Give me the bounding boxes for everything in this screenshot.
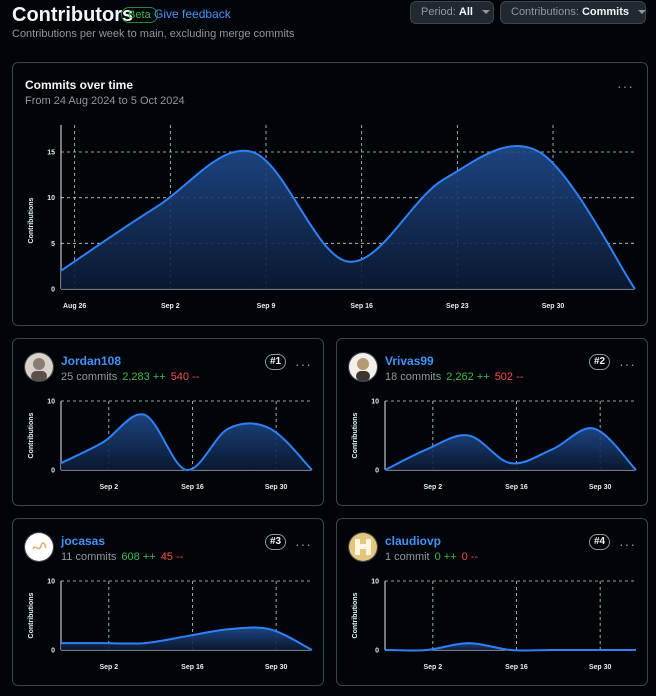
chevron-down-icon [482,10,491,15]
x-tick-label: Sep 23 [446,303,469,310]
commits-chart: 0 5 10 15 Aug 26 Sep 2 Sep 9 Sep 16 Sep 23 Sep 30… [28,125,636,310]
beta-badge: Beta [121,7,158,23]
x-tick-label: Sep 16 [505,484,528,491]
contributor-chart: 0 10 Sep 2 Sep 16 Sep 30 Contributions [352,579,636,671]
area-fill [61,145,635,289]
contributions-value: Commits [581,6,629,18]
contributor-chart: 0 10 Sep 2 Sep 16 Sep 30 Contributions [28,399,313,491]
y-tick-label: 10 [371,399,379,406]
contributor-chart: 0 10 Sep 2 Sep 16 Sep 30 Contributions [352,399,637,491]
x-tick-label: Sep 30 [589,664,612,671]
area-fill [61,414,312,471]
page-subtitle: Contributions per week to main, excludin… [12,28,295,40]
y-tick-label: 10 [47,399,55,406]
x-tick-label: Sep 2 [99,484,118,491]
y-tick-label: 0 [375,648,379,655]
x-tick-label: Sep 30 [265,664,288,671]
y-axis-label: Contributions [352,592,359,638]
contributor-card: Vrivas99 18 commits 2,262 ++ 502 -- #2 ···… [336,338,648,506]
contributor-card: jocasas 11 commits 608 ++ 45 -- #3 ··· 0 10… [12,518,324,686]
period-label: Period: [421,6,456,18]
x-tick-label: Sep 16 [505,664,528,671]
x-tick-label: Sep 2 [423,484,442,491]
x-tick-label: Aug 26 [63,303,86,310]
give-feedback-link[interactable]: Give feedback [154,7,231,21]
y-axis-label: Contributions [28,197,35,243]
y-axis-label: Contributions [28,412,35,458]
period-dropdown[interactable]: Period: All [410,1,494,24]
contributions-label: Contributions: [511,6,579,18]
x-tick-label: Sep 2 [423,664,442,671]
y-tick-label: 5 [51,241,55,248]
x-tick-label: Sep 2 [99,664,118,671]
period-value: All [458,6,473,18]
x-tick-label: Sep 30 [265,484,288,491]
y-tick-label: 0 [51,468,55,475]
page-title: Contributors [12,4,134,26]
commits-over-time-card: Commits over time From 24 Aug 2024 to 5 … [12,62,648,326]
contributor-chart: 0 10 Sep 2 Sep 16 Sep 30 Contributions [28,579,313,671]
x-tick-label: Sep 16 [181,664,204,671]
x-tick-label: Sep 16 [350,303,373,310]
x-tick-label: Sep 30 [589,484,612,491]
y-tick-label: 0 [51,648,55,655]
contributor-card: claudiovp 1 commit 0 ++ 0 -- #4 ··· 0 10 Sep… [336,518,648,686]
series-line [384,642,636,652]
y-tick-label: 0 [375,468,379,475]
contributions-dropdown[interactable]: Contributions: Commits [500,1,647,24]
y-axis-label: Contributions [352,412,359,458]
x-tick-label: Sep 16 [181,484,204,491]
y-axis-label: Contributions [28,592,35,638]
chevron-down-icon [638,10,647,15]
contributor-card: Jordan108 25 commits 2,283 ++ 540 -- #1 ··… [12,338,324,506]
x-tick-label: Sep 9 [257,303,276,310]
x-tick-label: Sep 2 [161,303,180,310]
y-tick-label: 10 [47,195,55,202]
y-tick-label: 10 [47,579,55,586]
y-tick-label: 0 [51,287,55,294]
y-tick-label: 15 [47,150,55,157]
y-tick-label: 10 [371,579,379,586]
x-tick-label: Sep 30 [542,303,565,310]
